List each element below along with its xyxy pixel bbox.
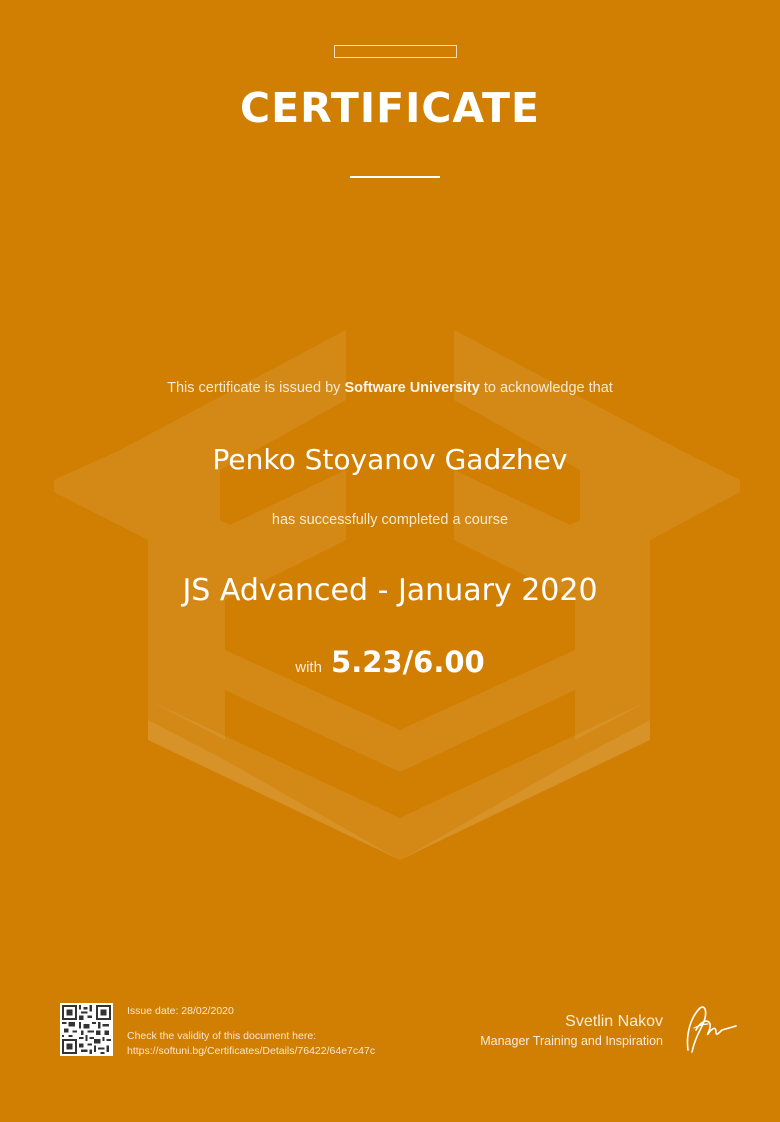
issuer-name: Software University [344, 380, 480, 396]
certificate-page: CERTIFICATE This certificate is issued b… [0, 0, 780, 1122]
certificate-title: CERTIFICATE [240, 84, 540, 132]
grade-line: with 5.23/6.00 [0, 645, 780, 679]
signer-role: Manager Training and Inspiration [480, 1034, 663, 1048]
verify-link[interactable]: https://softuni.bg/Certificates/Details/… [127, 1045, 375, 1057]
title-frame-box [334, 45, 457, 58]
issue-date: Issue date: 28/02/2020 [127, 1005, 234, 1017]
course-name: JS Advanced - January 2020 [182, 573, 598, 608]
grade-value: 5.23/6.00 [331, 645, 485, 679]
validity-check-text: Check the validity of this document here… [127, 1030, 317, 1042]
softuni-logo-watermark [54, 262, 740, 860]
qr-code-icon [60, 1003, 113, 1056]
issued-suffix: to acknowledge that [479, 380, 613, 396]
signer-name: Svetlin Nakov [565, 1013, 663, 1030]
completed-statement: has successfully completed a course [271, 512, 509, 528]
signature-mark [686, 1006, 737, 1053]
issued-prefix: This certificate is issued by [167, 380, 345, 396]
issued-statement: This certificate is issued by Software U… [0, 380, 780, 396]
title-underline [350, 176, 440, 178]
recipient-name: Penko Stoyanov Gadzhev [212, 443, 568, 476]
grade-prefix: with [295, 659, 322, 676]
